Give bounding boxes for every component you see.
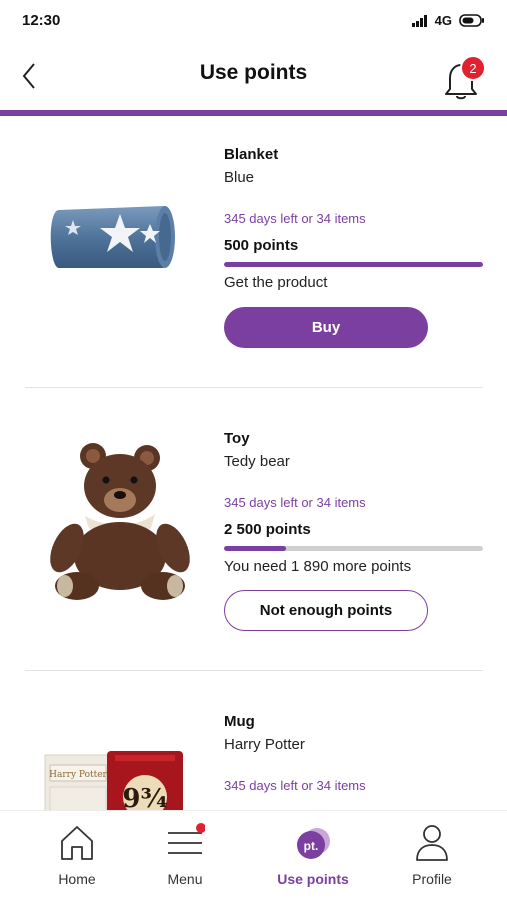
mug-number-text: 9¾ — [122, 784, 167, 810]
status-bar: 12:30 4G — [0, 0, 507, 42]
status-indicators: 4G — [411, 13, 485, 28]
buy-button[interactable]: Buy — [224, 307, 428, 348]
nav-label: Home — [58, 871, 96, 887]
product-card-blanket: Blanket Blue 345 days left or 34 items 5… — [0, 116, 507, 388]
product-image-blanket — [25, 176, 205, 296]
product-image-toy — [25, 428, 205, 608]
product-variant: Blue — [224, 169, 255, 186]
product-points: 2 500 points — [224, 521, 311, 538]
notification-badge: 2 — [460, 55, 486, 81]
product-list[interactable]: Blanket Blue 345 days left or 34 items 5… — [0, 116, 507, 810]
signal-icon — [411, 14, 427, 27]
page-title: Use points — [199, 61, 308, 84]
mug-illustration: Harry Potter 9¾ — [44, 751, 183, 810]
blanket-illustration — [50, 206, 175, 268]
product-card-mug: Harry Potter 9¾ Mug Harry Potter 345 day… — [0, 671, 507, 810]
network-type: 4G — [434, 13, 452, 28]
product-card-toy: Toy Tedy bear 345 days left or 34 items … — [0, 388, 507, 671]
nav-label: Use points — [277, 871, 349, 887]
nav-label: Menu — [167, 871, 203, 887]
points-progress-fill — [224, 546, 287, 551]
points-progress-bar — [224, 262, 483, 267]
product-availability: 345 days left or 34 items — [224, 211, 366, 226]
bottom-navigation: Home Menu pt. Use points Profile — [0, 810, 507, 900]
product-status: You need 1 890 more points — [224, 558, 412, 575]
points-icon-text: pt. — [304, 839, 319, 853]
nav-item-use-points[interactable]: pt. Use points — [263, 811, 363, 900]
product-availability: 345 days left or 34 items — [224, 778, 366, 793]
status-time: 12:30 — [22, 12, 61, 29]
product-status: Get the product — [224, 274, 328, 291]
product-name: Mug — [224, 713, 255, 730]
menu-icon — [165, 823, 205, 863]
points-progress-fill — [224, 262, 483, 267]
notifications-button[interactable]: 2 — [441, 55, 486, 102]
product-image-mug: Harry Potter 9¾ — [25, 751, 205, 810]
profile-icon — [412, 823, 452, 863]
points-progress-bar — [224, 546, 483, 551]
product-variant: Tedy bear — [224, 453, 290, 470]
home-icon — [57, 823, 97, 863]
product-name: Toy — [224, 430, 250, 447]
nav-label: Profile — [412, 871, 452, 887]
nav-item-home[interactable]: Home — [27, 811, 127, 900]
nav-item-menu[interactable]: Menu — [135, 811, 235, 900]
product-points: 500 points — [224, 237, 299, 254]
product-variant: Harry Potter — [224, 736, 305, 753]
not-enough-points-button: Not enough points — [224, 590, 428, 631]
product-name: Blanket — [224, 146, 279, 163]
app-header: Use points 2 — [0, 42, 507, 112]
points-icon: pt. — [293, 823, 333, 863]
mug-brand-text: Harry Potter — [49, 770, 107, 780]
battery-icon — [459, 14, 484, 27]
teddy-bear-illustration — [50, 443, 190, 600]
nav-item-profile[interactable]: Profile — [382, 811, 482, 900]
product-availability: 345 days left or 34 items — [224, 495, 366, 510]
